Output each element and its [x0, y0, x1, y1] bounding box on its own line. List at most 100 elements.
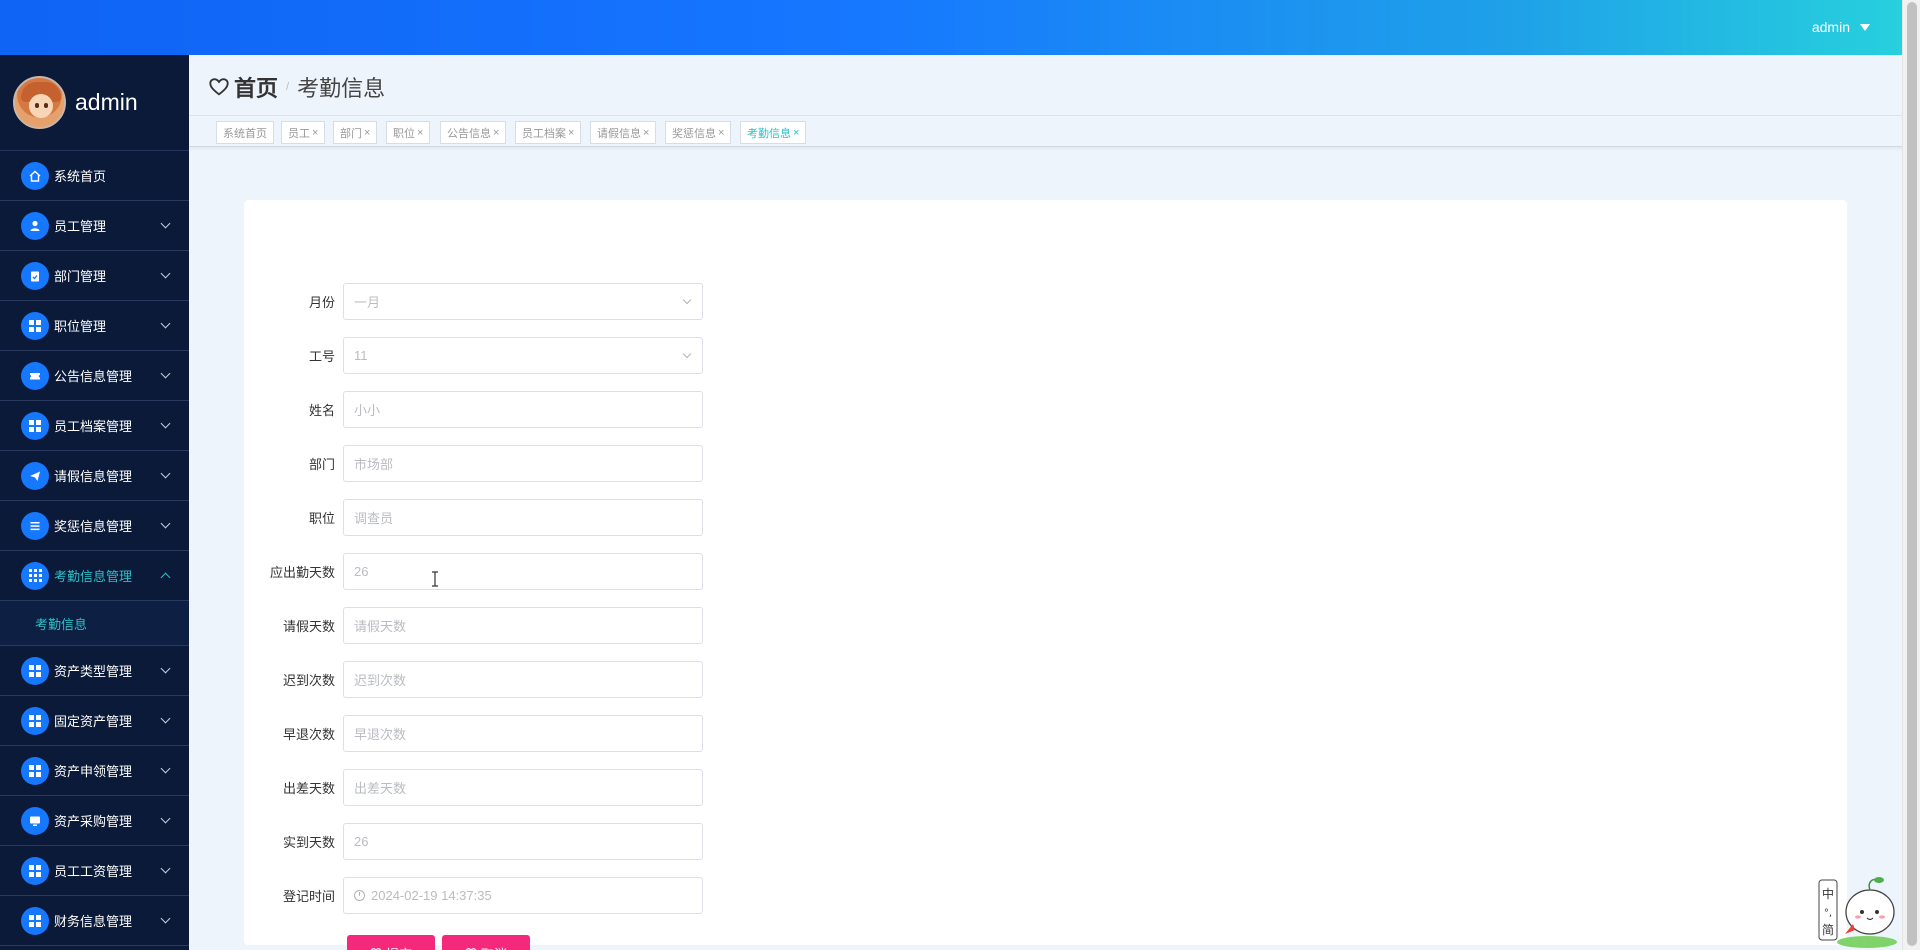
month-label: 月份 — [308, 295, 335, 310]
chevron-down-icon — [160, 218, 171, 229]
tag-label: 职位 — [393, 127, 415, 140]
tag-label: 奖惩信息 — [672, 127, 716, 140]
home-icon — [21, 161, 49, 190]
close-icon[interactable]: × — [793, 127, 799, 139]
tag-label: 员工档案 — [522, 127, 566, 140]
employee-no-value: 11 — [354, 348, 368, 363]
monitor-icon — [21, 806, 49, 835]
sidebar-item-label: 请假信息管理 — [54, 469, 133, 484]
grid-icon — [21, 411, 49, 440]
employee-no-select[interactable]: 11 — [343, 337, 703, 374]
breadcrumb-home[interactable]: 首页 — [234, 71, 278, 103]
sidebar-item-asset-claim[interactable]: 资产申领管理 — [0, 746, 189, 796]
submit-button[interactable]: 提交 — [347, 935, 435, 950]
svg-text:中: 中 — [1822, 886, 1834, 901]
tag-department[interactable]: 部门 × — [333, 121, 378, 144]
grid-icon — [21, 311, 49, 340]
sidebar-item-position[interactable]: 职位管理 — [0, 301, 189, 351]
sidebar-item-department[interactable]: 部门管理 — [0, 251, 189, 301]
sidebar-username: admin — [75, 89, 138, 115]
sidebar-item-fixed-asset[interactable]: 固定资产管理 — [0, 696, 189, 746]
tag-notice[interactable]: 公告信息 × — [440, 121, 507, 144]
user-icon — [21, 211, 49, 240]
chevron-down-icon — [160, 713, 171, 724]
close-icon[interactable]: × — [643, 127, 649, 139]
position-label: 职位 — [308, 511, 335, 526]
employee-no-label: 工号 — [308, 349, 335, 364]
vertical-scrollbar[interactable] — [1902, 0, 1920, 950]
text-cursor-icon — [432, 571, 438, 587]
sidebar-item-attendance[interactable]: 考勤信息管理 — [0, 551, 189, 601]
submit-label: 提交 — [386, 944, 412, 950]
breadcrumb-current: 考勤信息 — [297, 76, 386, 101]
sidebar-subitem-attendance-info[interactable]: 考勤信息 — [0, 601, 189, 646]
close-icon[interactable]: × — [312, 127, 318, 139]
tag-home[interactable]: 系统首页 — [216, 121, 274, 144]
month-select[interactable]: 一月 — [343, 283, 703, 320]
grid-icon — [21, 906, 49, 935]
chevron-down-icon — [160, 268, 171, 279]
list-icon — [21, 511, 49, 540]
sidebar-item-label: 员工工资管理 — [54, 864, 133, 879]
sidebar-item-label: 员工管理 — [54, 219, 107, 234]
sidebar-item-leave[interactable]: 请假信息管理 — [0, 451, 189, 501]
scrollbar-thumb[interactable] — [1907, 2, 1917, 946]
grid-icon — [21, 656, 49, 685]
form-row-business-trip: 出差天数 出差天数 — [244, 769, 703, 806]
user-dropdown[interactable]: admin — [1812, 19, 1870, 35]
sidebar-item-notice[interactable]: 公告信息管理 — [0, 351, 189, 401]
heart-icon — [209, 78, 229, 96]
business-trip-input[interactable]: 出差天数 — [343, 769, 703, 806]
cancel-button[interactable]: 取消 — [442, 935, 530, 950]
close-icon[interactable]: × — [364, 127, 370, 139]
close-icon[interactable]: × — [568, 127, 574, 139]
sidebar-item-asset-purchase[interactable]: 资产采购管理 — [0, 796, 189, 846]
tag-reward[interactable]: 奖惩信息 × — [665, 121, 732, 144]
late-count-input[interactable]: 迟到次数 — [343, 661, 703, 698]
close-icon[interactable]: × — [493, 127, 499, 139]
actual-days-value: 26 — [354, 834, 369, 849]
leave-days-input[interactable]: 请假天数 — [343, 607, 703, 644]
sidebar-item-home[interactable]: 系统首页 — [0, 151, 189, 201]
chevron-down-icon — [160, 418, 171, 429]
clipboard-icon — [21, 261, 49, 290]
close-icon[interactable]: × — [718, 127, 724, 139]
close-icon[interactable]: × — [417, 127, 423, 139]
clock-icon — [354, 890, 365, 901]
sidebar-item-label: 固定资产管理 — [54, 714, 133, 729]
early-leave-placeholder: 早退次数 — [354, 727, 407, 742]
required-days-field[interactable]: 26 — [343, 553, 703, 590]
tag-leave[interactable]: 请假信息 × — [590, 121, 657, 144]
tag-attendance[interactable]: 考勤信息 × — [740, 121, 807, 144]
tag-archive[interactable]: 员工档案 × — [515, 121, 582, 144]
sidebar-item-label: 财务信息管理 — [54, 914, 133, 929]
chevron-down-icon — [160, 913, 171, 924]
department-field[interactable]: 市场部 — [343, 445, 703, 482]
required-days-label: 应出勤天数 — [269, 565, 335, 580]
breadcrumb: 首页 / 考勤信息 — [208, 71, 385, 103]
early-leave-input[interactable]: 早退次数 — [343, 715, 703, 752]
form-row-actual-days: 实到天数 26 — [244, 823, 703, 860]
position-field[interactable]: 调查员 — [343, 499, 703, 536]
sidebar-item-label: 职位管理 — [54, 319, 107, 334]
name-field[interactable]: 小小 — [343, 391, 703, 428]
mascot-icon: 中 °, 简 — [1818, 877, 1897, 948]
sidebar-item-archive[interactable]: 员工档案管理 — [0, 401, 189, 451]
caret-down-icon — [1860, 23, 1870, 31]
form-row-position: 职位 调查员 — [244, 499, 703, 536]
sidebar-item-label: 员工档案管理 — [54, 419, 133, 434]
form-row-month: 月份 一月 — [244, 283, 703, 320]
tag-position[interactable]: 职位 × — [386, 121, 431, 144]
sidebar-item-salary[interactable]: 员工工资管理 — [0, 846, 189, 896]
sidebar-item-employee[interactable]: 员工管理 — [0, 201, 189, 251]
actual-days-field[interactable]: 26 — [343, 823, 703, 860]
sidebar-item-finance[interactable]: 财务信息管理 — [0, 896, 189, 946]
sidebar-item-label: 资产采购管理 — [54, 814, 133, 829]
chevron-down-icon — [160, 468, 171, 479]
sidebar-item-label: 资产申领管理 — [54, 764, 133, 779]
sidebar-item-asset-type[interactable]: 资产类型管理 — [0, 646, 189, 696]
tag-employee[interactable]: 员工 × — [281, 121, 326, 144]
sidebar-item-reward[interactable]: 奖惩信息管理 — [0, 501, 189, 551]
form-row-late-count: 迟到次数 迟到次数 — [244, 661, 703, 698]
register-time-picker[interactable]: 2024-02-19 14:37:35 — [343, 877, 703, 914]
